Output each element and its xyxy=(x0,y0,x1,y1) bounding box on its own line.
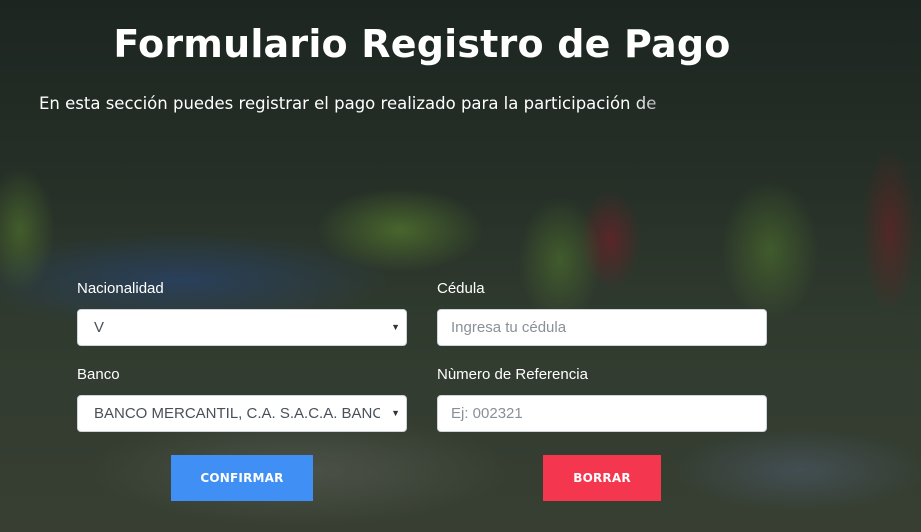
page-subtitle: En esta sección puedes registrar el pago… xyxy=(39,94,657,113)
chevron-down-icon: ▼ xyxy=(391,322,400,332)
chevron-down-icon: ▼ xyxy=(391,408,400,418)
banco-label: Banco xyxy=(77,366,120,383)
page-title: Formulario Registro de Pago xyxy=(113,22,731,66)
referencia-label: Nùmero de Referencia xyxy=(437,366,588,383)
reset-button[interactable]: BORRAR xyxy=(543,455,661,501)
nacionalidad-selected-value: V xyxy=(94,319,105,336)
confirm-button[interactable]: CONFIRMAR xyxy=(171,455,313,501)
nacionalidad-label: Nacionalidad xyxy=(77,280,164,297)
banco-selected-value: BANCO MERCANTIL, C.A. S.A.C.A. BANCO UNI… xyxy=(94,405,380,422)
cedula-input[interactable] xyxy=(437,309,767,346)
referencia-input[interactable] xyxy=(437,395,767,432)
banco-select[interactable]: BANCO MERCANTIL, C.A. S.A.C.A. BANCO UNI… xyxy=(77,395,407,432)
cedula-label: Cédula xyxy=(437,280,485,297)
payment-form-page: Formulario Registro de Pago En esta secc… xyxy=(0,0,921,532)
background-overlay xyxy=(0,0,921,532)
nacionalidad-select[interactable]: V ▼ xyxy=(77,309,407,346)
